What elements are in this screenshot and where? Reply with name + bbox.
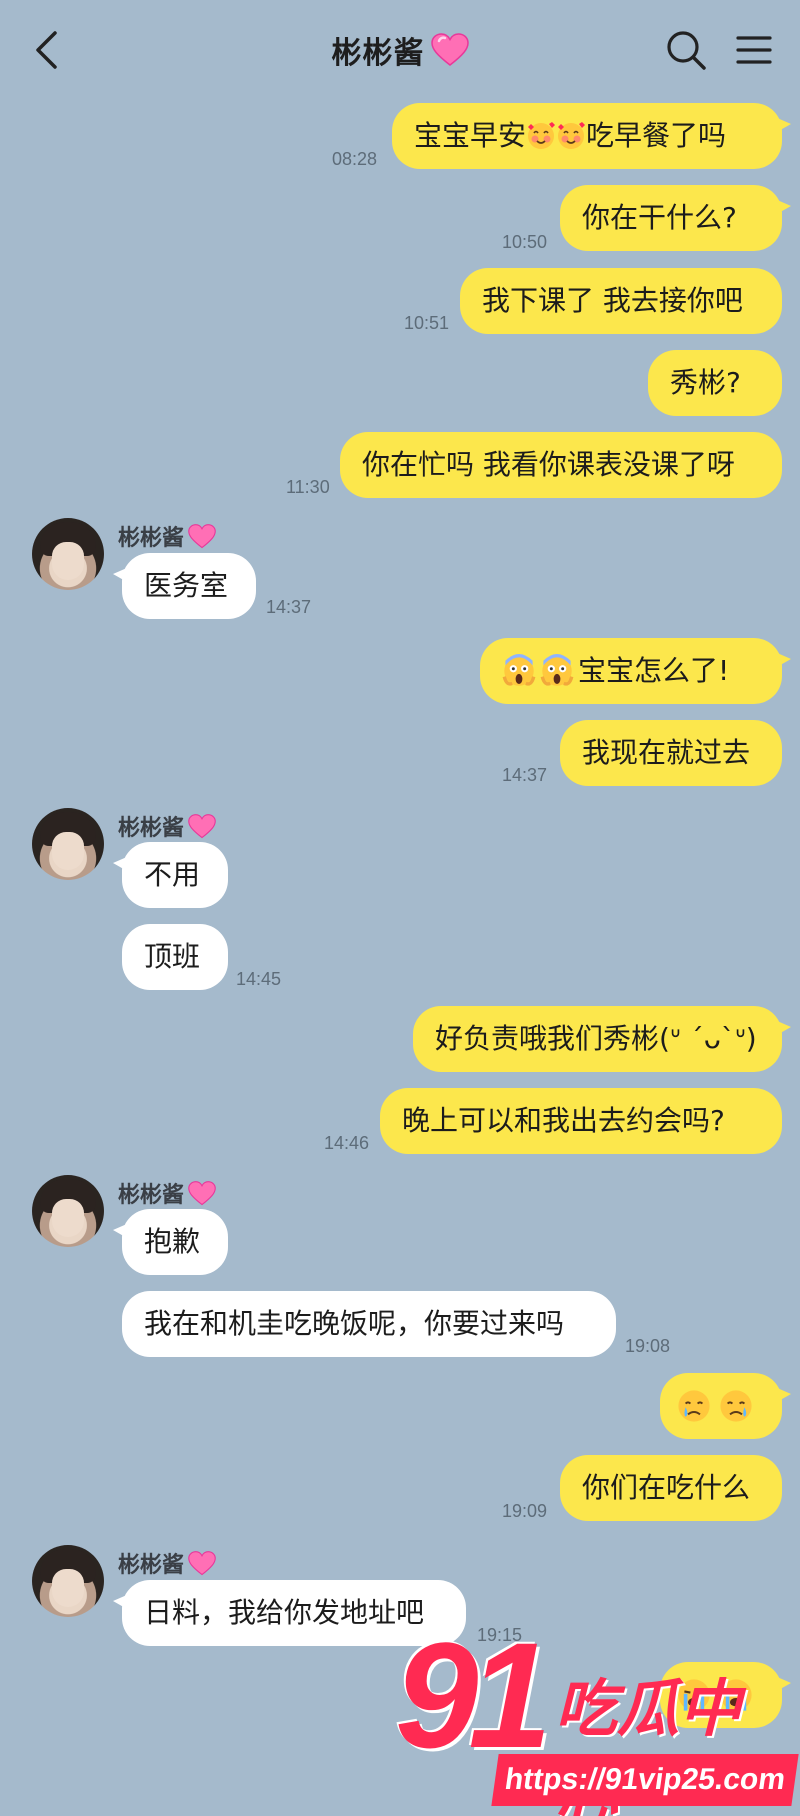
message-text: 宝宝早安: [414, 119, 527, 152]
message-text: 医务室: [144, 569, 229, 602]
message-time: 19:08: [625, 1336, 671, 1356]
contact-avatar[interactable]: [32, 808, 104, 880]
contact-avatar[interactable]: [32, 1545, 104, 1617]
message-bubble[interactable]: 秀彬?: [648, 350, 782, 416]
pink-heart-icon: [188, 523, 216, 548]
message-time: 14:37: [502, 765, 548, 785]
sender-name: 彬彬酱: [118, 520, 216, 552]
message-time: 14:45: [236, 969, 282, 989]
watermark-logo: 91 吃瓜中心 https://91vip25.com: [395, 1620, 800, 1816]
crying-face-icon: [720, 1390, 752, 1422]
message-bubble[interactable]: 宝宝怎么了!: [480, 638, 791, 704]
message-bubble[interactable]: [660, 1373, 791, 1439]
message-bubble[interactable]: 你在忙吗 我看你课表没课了呀: [340, 432, 782, 498]
sender-name: 彬彬酱: [118, 1177, 216, 1209]
smiling-face-with-hearts-icon: [528, 122, 556, 149]
message-bubble[interactable]: 抱歉: [113, 1209, 228, 1275]
message-text: 日料，我给你发地址吧: [144, 1596, 425, 1629]
message-text: 吃早餐了吗: [586, 119, 727, 152]
message-bubble[interactable]: 你在干什么?: [560, 185, 791, 251]
sender-name: 彬彬酱: [118, 810, 216, 842]
message-text: 我在和机圭吃晚饭呢，你要过来吗: [144, 1307, 565, 1340]
face-screaming-in-fear-icon: [502, 654, 536, 686]
message-time: 10:51: [404, 313, 450, 333]
message-bubble[interactable]: 好负责哦我们秀彬(ᐡ ´ᴗ`ᐡ): [413, 1006, 791, 1072]
message-text: 晚上可以和我出去约会吗?: [402, 1104, 725, 1137]
message-text: 你们在吃什么: [582, 1471, 751, 1504]
message-text: 秀彬?: [670, 366, 741, 399]
message-bubble[interactable]: 我在和机圭吃晚饭呢，你要过来吗: [122, 1291, 616, 1357]
message-text: 不用: [144, 858, 201, 891]
message-text: 宝宝怎么了!: [578, 654, 730, 687]
message-time: 11:30: [286, 477, 330, 497]
contact-avatar[interactable]: [32, 518, 104, 590]
message-bubble[interactable]: 医务室: [113, 553, 256, 619]
message-bubble[interactable]: 晚上可以和我出去约会吗?: [380, 1088, 782, 1154]
message-text: 我现在就过去: [582, 736, 751, 769]
message-list[interactable]: 宝宝早安 吃早餐了吗 08:28 你在干什么? 10:50 我下课了 我去接你吧…: [0, 0, 800, 1816]
message-text: 你在干什么?: [582, 201, 737, 234]
sender-name: 彬彬酱: [118, 1547, 216, 1579]
message-bubble[interactable]: 宝宝早安 吃早餐了吗: [392, 103, 791, 169]
message-time: 08:28: [332, 149, 378, 169]
contact-avatar[interactable]: [32, 1175, 104, 1247]
message-time: 19:09: [502, 1501, 548, 1521]
watermark-url: https://91vip25.com: [491, 1754, 799, 1806]
message-bubble[interactable]: 我下课了 我去接你吧: [460, 268, 782, 334]
message-bubble[interactable]: 我现在就过去: [560, 720, 782, 786]
message-text: 我下课了 我去接你吧: [482, 284, 743, 317]
message-text: 顶班: [144, 940, 201, 973]
message-time: 14:46: [324, 1133, 370, 1153]
message-bubble[interactable]: 不用: [113, 842, 228, 908]
face-screaming-in-fear-icon: [540, 654, 574, 686]
pink-heart-icon: [188, 1180, 216, 1205]
message-time: 10:50: [502, 232, 548, 252]
pink-heart-icon: [188, 813, 216, 838]
smiling-face-with-hearts-icon: [558, 122, 586, 149]
crying-face-icon: [678, 1390, 710, 1422]
message-text: 好负责哦我们秀彬(ᐡ ´ᴗ`ᐡ): [435, 1022, 757, 1055]
message-time: 14:37: [266, 597, 312, 617]
message-bubble[interactable]: 你们在吃什么: [560, 1455, 782, 1521]
message-text: 抱歉: [144, 1225, 201, 1258]
message-text: 你在忙吗 我看你课表没课了呀: [362, 448, 735, 481]
pink-heart-icon: [188, 1550, 216, 1575]
message-bubble[interactable]: 顶班: [122, 924, 228, 990]
watermark-number: 91: [395, 1611, 552, 1779]
